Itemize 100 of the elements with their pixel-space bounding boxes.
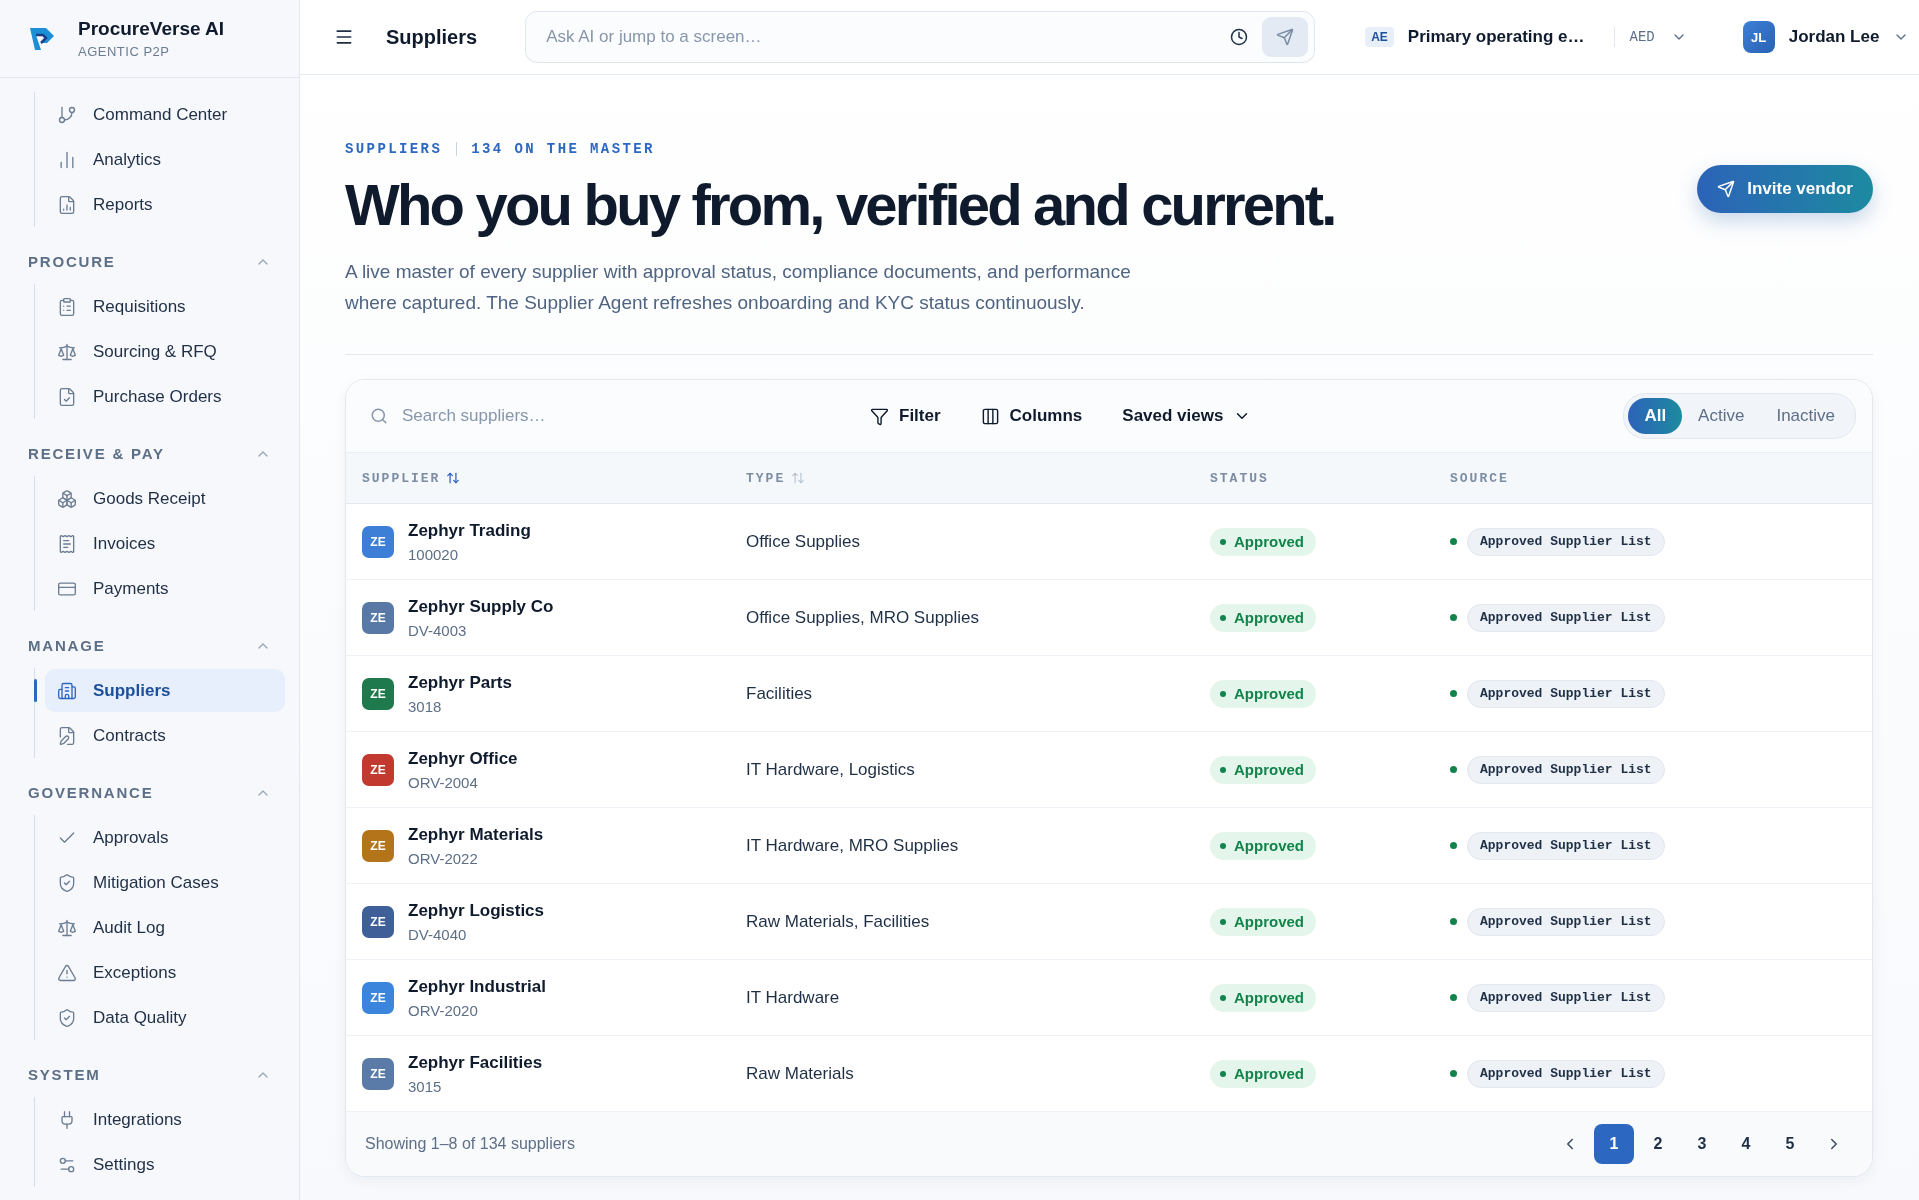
- source-dot: [1450, 766, 1457, 773]
- shield-check-icon: [57, 1007, 77, 1028]
- sidebar-section-header[interactable]: SYSTEM: [28, 1040, 285, 1097]
- supplier-code: ORV-2022: [408, 849, 479, 867]
- page-button[interactable]: 3: [1682, 1124, 1722, 1164]
- user-menu[interactable]: JL Jordan Lee: [1736, 20, 1916, 54]
- sidebar-section-header[interactable]: PROCURE: [28, 227, 285, 284]
- sidebar-item[interactable]: Data Quality: [45, 996, 285, 1039]
- shield-check-icon: [57, 872, 77, 893]
- supplier-avatar: ZE: [362, 1057, 394, 1090]
- status-badge: Approved: [1210, 679, 1316, 708]
- entity-selector[interactable]: AE Primary operating e…: [1359, 26, 1591, 48]
- branch-icon: [57, 104, 77, 125]
- send-icon: [1276, 28, 1295, 46]
- sidebar-item[interactable]: Reports: [45, 183, 285, 226]
- source-dot: [1450, 918, 1457, 925]
- page-button[interactable]: 1: [1594, 1124, 1634, 1164]
- supplier-code: 100020: [408, 545, 460, 563]
- sidebar-item[interactable]: Approvals: [45, 816, 285, 859]
- source-dot: [1450, 538, 1457, 545]
- table-row[interactable]: ZE Zephyr Office ORV-2004 IT Hardware, Logistics Approved Approved Supplier List: [346, 732, 1872, 808]
- supplier-name: Zephyr Facilities: [408, 1052, 543, 1073]
- sidebar-item[interactable]: Purchase Orders: [45, 375, 285, 418]
- supplier-type: Office Supplies: [746, 531, 862, 552]
- invite-vendor-button[interactable]: Invite vendor: [1697, 165, 1873, 213]
- page-description: A live master of every supplier with approval status, compliance documents, and performance where captured. The Supplier Agent refreshes onboarding and KYC status continuously.: [345, 260, 1132, 315]
- supplier-avatar: ZE: [362, 601, 394, 634]
- ask-ai-input[interactable]: Ask AI or jump to a screen…: [544, 26, 1217, 48]
- source-tag: Approved Supplier List: [1467, 831, 1665, 860]
- eyebrow-label: SUPPLIERS: [345, 141, 443, 157]
- table-row[interactable]: ZE Zephyr Parts 3018 Facilities Approved Approved Supplier List: [346, 656, 1872, 732]
- table-row[interactable]: ZE Zephyr Materials ORV-2022 IT Hardware, MRO Supplies Approved Approved Supplier List: [346, 808, 1872, 884]
- file-check-icon: [57, 386, 77, 407]
- supplier-code: 3015: [408, 1077, 443, 1095]
- supplier-name: Zephyr Materials: [408, 824, 544, 845]
- supplier-type: IT Hardware, MRO Supplies: [746, 835, 960, 856]
- page-button[interactable]: 4: [1726, 1124, 1766, 1164]
- sidebar-item[interactable]: Goods Receipt: [45, 477, 285, 520]
- sort-icon[interactable]: [446, 471, 461, 485]
- source-dot: [1450, 1070, 1457, 1077]
- page-button[interactable]: 5: [1770, 1124, 1810, 1164]
- clock-icon: [1230, 28, 1249, 46]
- sidebar-item[interactable]: Audit Log: [45, 906, 285, 949]
- segment-tab[interactable]: All: [1628, 398, 1683, 434]
- supplier-name: Zephyr Office: [408, 748, 518, 769]
- sidebar-item[interactable]: Settings: [45, 1143, 285, 1186]
- filter-icon: [870, 406, 889, 426]
- source-dot: [1450, 994, 1457, 1001]
- source-dot: [1450, 690, 1457, 697]
- building-icon: [57, 680, 77, 701]
- supplier-type: Office Supplies, MRO Supplies: [746, 607, 981, 628]
- supplier-avatar: ZE: [362, 829, 394, 862]
- sidebar-item[interactable]: Sourcing & RFQ: [45, 330, 285, 373]
- segment-tab[interactable]: Inactive: [1760, 398, 1851, 434]
- sidebar-item[interactable]: Invoices: [45, 522, 285, 565]
- source-tag: Approved Supplier List: [1467, 907, 1665, 936]
- sidebar-section-header[interactable]: MANAGE: [28, 611, 285, 668]
- toolbar-button[interactable]: Saved views: [1112, 406, 1262, 426]
- scale-icon: [57, 917, 77, 938]
- source-tag: Approved Supplier List: [1467, 603, 1665, 632]
- sidebar-item[interactable]: Exceptions: [45, 951, 285, 994]
- table-row[interactable]: ZE Zephyr Industrial ORV-2020 IT Hardware Approved Approved Supplier List: [346, 960, 1872, 1036]
- supplier-count: 134 ON THE MASTER: [471, 141, 655, 157]
- table-row[interactable]: ZE Zephyr Supply Co DV-4003 Office Supplies, MRO Supplies Approved Approved Supplier List: [346, 580, 1872, 656]
- file-pen-icon: [57, 725, 77, 746]
- receipt-icon: [57, 533, 77, 554]
- send-button[interactable]: [1262, 17, 1309, 57]
- sidebar-item[interactable]: Integrations: [45, 1098, 285, 1141]
- status-badge: Approved: [1210, 755, 1316, 784]
- sidebar-item[interactable]: Analytics: [45, 138, 285, 181]
- sidebar-item[interactable]: Payments: [45, 567, 285, 610]
- sidebar-item[interactable]: Command Center: [45, 93, 285, 136]
- toolbar-button[interactable]: Filter: [860, 406, 951, 426]
- table-row[interactable]: ZE Zephyr Trading 100020 Office Supplies Approved Approved Supplier List: [346, 504, 1872, 580]
- ask-ai-field[interactable]: Ask AI or jump to a screen…: [525, 11, 1316, 63]
- sidebar-section-header[interactable]: RECEIVE & PAY: [28, 419, 285, 476]
- segment-tab[interactable]: Active: [1682, 398, 1761, 434]
- table-row[interactable]: ZE Zephyr Logistics DV-4040 Raw Materials, Facilities Approved Approved Supplier List: [346, 884, 1872, 960]
- page-title: Suppliers: [386, 25, 478, 49]
- supplier-avatar: ZE: [362, 677, 394, 710]
- supplier-name: Zephyr Industrial: [408, 976, 546, 997]
- app-name: ProcureVerse AI: [78, 18, 225, 40]
- sidebar-item[interactable]: Contracts: [45, 714, 285, 757]
- pagination-summary: Showing 1–8 of 134 suppliers: [365, 1135, 575, 1153]
- history-button[interactable]: [1230, 28, 1249, 46]
- supplier-avatar: ZE: [362, 905, 394, 938]
- sidebar-item[interactable]: Mitigation Cases: [45, 861, 285, 904]
- supplier-type: Raw Materials, Facilities: [746, 911, 931, 932]
- supplier-avatar: ZE: [362, 753, 394, 786]
- supplier-code: 3018: [408, 697, 443, 715]
- menu-button[interactable]: [334, 27, 354, 47]
- supplier-avatar: ZE: [362, 981, 394, 1014]
- sidebar-section-header[interactable]: GOVERNANCE: [28, 758, 285, 815]
- search-field[interactable]: Search suppliers…: [400, 405, 770, 427]
- currency-selector[interactable]: AED: [1614, 27, 1687, 47]
- toolbar-button[interactable]: Columns: [970, 406, 1093, 426]
- source-tag: Approved Supplier List: [1467, 679, 1665, 708]
- page-button[interactable]: 2: [1638, 1124, 1678, 1164]
- sidebar-item[interactable]: Requisitions: [45, 285, 285, 328]
- status-badge: Approved: [1210, 603, 1316, 632]
